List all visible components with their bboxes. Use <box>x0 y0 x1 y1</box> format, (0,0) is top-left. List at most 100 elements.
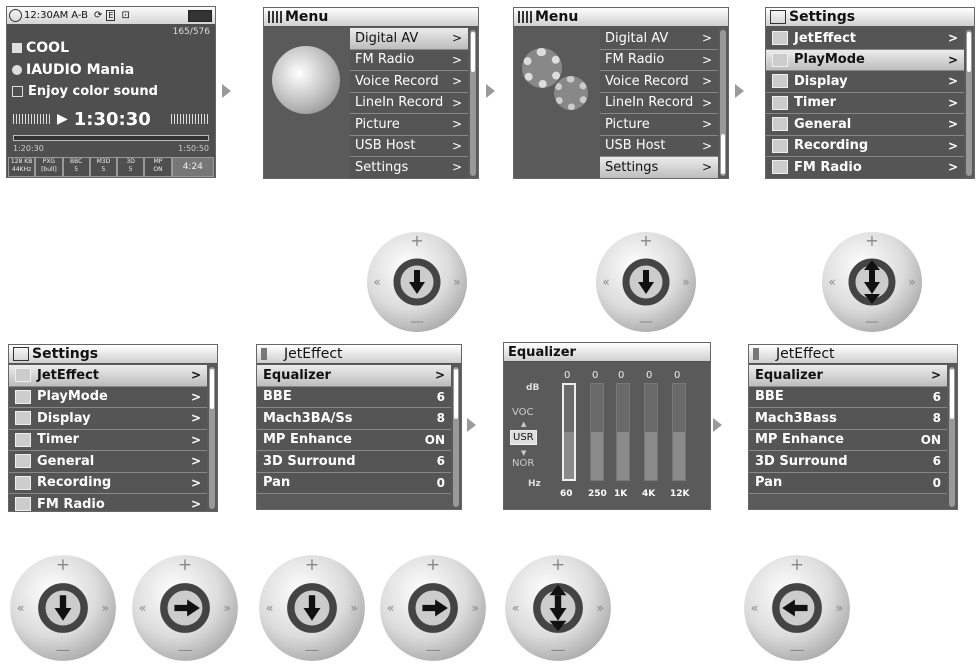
list-item[interactable]: Digital AV > <box>350 28 468 50</box>
item-value: 6 <box>932 454 941 469</box>
item-value: > <box>701 160 712 175</box>
list-item[interactable]: PlayMode > <box>9 386 207 408</box>
wheel-right-label: » <box>682 275 689 289</box>
list-item[interactable]: Voice Record > <box>600 71 718 93</box>
list-item[interactable]: Voice Record > <box>350 71 468 93</box>
menu-icon <box>518 11 532 23</box>
nav-wheel-left[interactable]: + — « » <box>742 553 852 663</box>
band-label: 12K <box>670 489 690 499</box>
item-label: Recording <box>37 475 112 491</box>
item-label: Voice Record <box>605 73 689 89</box>
list-item[interactable]: FM Radio > <box>766 157 964 178</box>
list-item[interactable]: LineIn Record > <box>600 92 718 114</box>
list-item[interactable]: JetEffect > <box>9 365 207 387</box>
band-slider[interactable] <box>644 383 658 481</box>
wheel-minus-label: — <box>305 642 320 659</box>
wheel-left-label: « <box>139 600 147 615</box>
list-item[interactable]: Mach3Bass 8 <box>749 408 947 430</box>
list-item[interactable]: Picture > <box>600 114 718 136</box>
item-value: > <box>947 74 958 89</box>
nav-wheel-down[interactable]: + — « » <box>8 553 118 663</box>
list-item[interactable]: BBE 6 <box>257 386 451 408</box>
equalizer-title-bar: Equalizer <box>504 343 710 362</box>
scrollbar[interactable] <box>949 367 955 507</box>
scrollbar[interactable] <box>966 30 972 176</box>
nav-wheel-down[interactable]: + — « » <box>257 553 367 663</box>
list-item[interactable]: General > <box>9 451 207 473</box>
list-item[interactable]: PlayMode > <box>766 49 964 71</box>
item-label-wrap: USB Host <box>355 138 415 153</box>
list-item[interactable]: Pan 0 <box>749 472 947 494</box>
list-item[interactable]: MP Enhance ON <box>749 429 947 451</box>
list-item[interactable]: Display > <box>766 71 964 93</box>
wheel-minus-label: — <box>790 642 805 659</box>
nav-wheel-updown[interactable]: + — « » <box>503 553 613 663</box>
list-item[interactable]: Equalizer > <box>749 365 947 387</box>
nav-wheel-down[interactable]: + — « » <box>365 230 469 334</box>
item-value: > <box>451 31 462 46</box>
album-row: Enjoy color sound <box>12 84 158 99</box>
nav-wheel-right[interactable]: + — « » <box>378 553 488 663</box>
list-item[interactable]: Settings > <box>350 157 468 178</box>
list-item[interactable]: BBE 6 <box>749 386 947 408</box>
item-label: MP Enhance <box>263 432 352 448</box>
list-item[interactable]: Timer > <box>766 92 964 114</box>
wheel-right-label: » <box>101 600 109 615</box>
nav-wheel-down[interactable]: + — « » <box>594 230 698 334</box>
list-item[interactable]: MP Enhance ON <box>257 429 451 451</box>
progress-bar[interactable] <box>13 135 209 141</box>
scrollbar[interactable] <box>470 30 476 176</box>
list-item[interactable]: Display > <box>9 408 207 430</box>
list-item[interactable]: 3D Surround 6 <box>749 451 947 473</box>
list-item[interactable]: FM Radio > <box>9 494 207 511</box>
preset-usr[interactable]: USR <box>510 430 537 445</box>
band-slider[interactable] <box>562 383 576 481</box>
wheel-right-label: » <box>596 600 604 615</box>
status-bar: 12:30AM A-B ⟳ E ⊡ <box>7 7 215 24</box>
list-item[interactable]: Mach3BA/Ss 8 <box>257 408 451 430</box>
list-item[interactable]: General > <box>766 114 964 136</box>
nav-wheel-updown[interactable]: + — « » <box>820 230 924 334</box>
item-label: Digital AV <box>355 30 419 46</box>
item-value: > <box>190 475 201 490</box>
preset-nor[interactable]: NOR <box>512 458 534 469</box>
equalizer-screen: Equalizer dB VOC ▲ USR ▼ NOR Hz 0 60 0 250 0… <box>503 342 711 510</box>
wheel-left-label: « <box>373 275 380 289</box>
list-item[interactable]: FM Radio > <box>600 49 718 71</box>
item-label: Pan <box>755 475 783 491</box>
menu-icon <box>268 11 282 23</box>
list-item[interactable]: Equalizer > <box>257 365 451 387</box>
scrollbar[interactable] <box>453 367 459 507</box>
band-slider[interactable] <box>590 383 604 481</box>
scrollbar[interactable] <box>209 367 215 509</box>
list-item[interactable]: LineIn Record > <box>350 92 468 114</box>
list-item[interactable]: USB Host > <box>350 135 468 157</box>
list-item[interactable]: USB Host > <box>600 135 718 157</box>
preset-voc[interactable]: VOC <box>512 407 534 418</box>
settings-screen-2: Settings JetEffect > PlayMode > Display > Time… <box>8 344 218 512</box>
list-item[interactable]: Recording > <box>9 472 207 494</box>
band-slider[interactable] <box>672 383 686 481</box>
menu-title-bar: Menu <box>514 8 728 27</box>
list-item[interactable]: Timer > <box>9 429 207 451</box>
wheel-right-label: » <box>223 600 231 615</box>
list-item[interactable]: Recording > <box>766 135 964 157</box>
band-slider[interactable] <box>616 383 630 481</box>
list-item[interactable]: Digital AV > <box>600 28 718 50</box>
scrollbar[interactable] <box>720 30 726 176</box>
item-label: FM Radio <box>605 52 665 68</box>
list-item[interactable]: Settings > <box>600 157 718 178</box>
wheel-plus-label: + <box>426 554 440 574</box>
item-value: > <box>434 368 445 383</box>
list-item[interactable]: JetEffect > <box>766 28 964 50</box>
nav-wheel-right[interactable]: + — « » <box>130 553 240 663</box>
jeteffect-screen-1: JetEffect Equalizer > BBE 6 Mach3BA/Ss 8 MP En… <box>256 344 462 510</box>
list-item[interactable]: Pan 0 <box>257 472 451 494</box>
list-item[interactable]: 3D Surround 6 <box>257 451 451 473</box>
list-item[interactable]: Picture > <box>350 114 468 136</box>
wheel-minus-label: — <box>639 314 653 330</box>
db-label: dB <box>526 383 540 393</box>
list-item[interactable]: FM Radio > <box>350 49 468 71</box>
item-label-wrap: Mach3BA/Ss <box>263 411 353 426</box>
wheel-plus-label: + <box>56 554 70 574</box>
